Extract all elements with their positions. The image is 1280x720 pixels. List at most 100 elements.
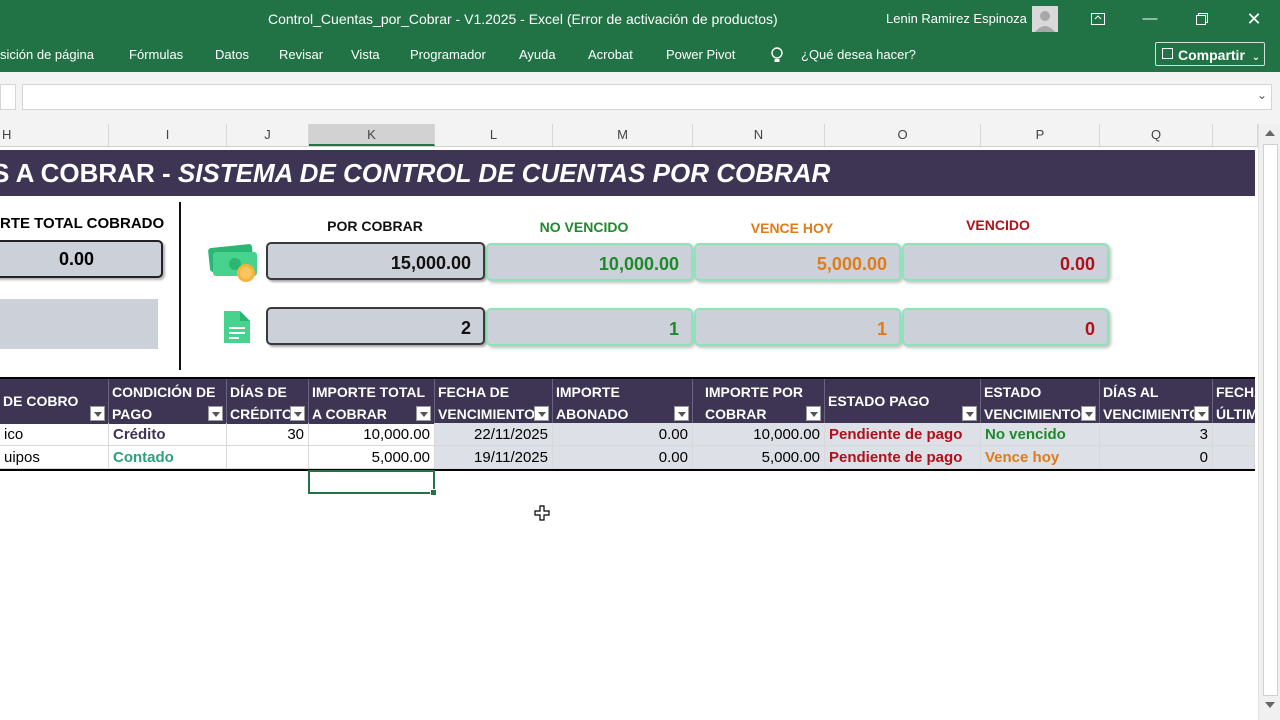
scroll-up-icon[interactable]	[1265, 130, 1275, 136]
tab-power-pivot[interactable]: Power Pivot	[666, 47, 735, 62]
expand-formula-icon[interactable]: ⌄	[1257, 88, 1267, 102]
banner-prefix: S A COBRAR -	[0, 158, 178, 188]
column-header-m[interactable]: M	[553, 124, 693, 146]
filter-dropdown-icon[interactable]	[290, 406, 305, 421]
cell-importe-por-cobrar[interactable]: 5,000.00	[693, 446, 825, 469]
por-cobrar-count-card[interactable]: 2	[266, 307, 485, 345]
column-header-r[interactable]	[1213, 124, 1258, 146]
avatar[interactable]	[1032, 6, 1058, 32]
filter-dropdown-icon[interactable]	[1081, 406, 1096, 421]
selected-cell[interactable]	[308, 470, 437, 496]
vencido-amount: 0.00	[1059, 254, 1095, 274]
scroll-thumb[interactable]	[1263, 144, 1278, 696]
table-row: ico Crédito 30 10,000.00 22/11/2025 0.00…	[0, 423, 1255, 446]
filter-dropdown-icon[interactable]	[962, 406, 977, 421]
total-cobrado-label: RTE TOTAL COBRADO	[0, 215, 165, 232]
user-name[interactable]: Lenin Ramirez Espinoza	[886, 11, 1027, 26]
ribbon-tabs: sición de página Fórmulas Datos Revisar …	[0, 38, 1280, 72]
cell-tipo-cobro[interactable]: ico	[0, 423, 109, 446]
por-cobrar-amount-card[interactable]: 15,000.00	[266, 242, 485, 280]
header-dias-vencimiento: DÍAS AL VENCIMIENTO	[1100, 379, 1213, 424]
column-header-j[interactable]: J	[227, 124, 309, 146]
vence-hoy-count: 1	[876, 319, 887, 339]
cell-dias-credito[interactable]: 30	[227, 423, 309, 446]
por-cobrar-count: 2	[460, 318, 471, 338]
cell-estado-vencimiento[interactable]: No vencido	[981, 423, 1100, 446]
cell-fecha-vencimiento[interactable]: 22/11/2025	[435, 423, 553, 446]
total-cobrado-box[interactable]: 0.00	[0, 240, 163, 278]
vence-hoy-count-card[interactable]: 1	[694, 308, 901, 346]
tab-data[interactable]: Datos	[215, 47, 249, 62]
cell-dias-credito[interactable]	[227, 446, 309, 469]
tab-page-layout[interactable]: sición de página	[0, 47, 94, 62]
column-header-k[interactable]: K	[309, 124, 435, 146]
vencido-count: 0	[1084, 319, 1095, 339]
filter-dropdown-icon[interactable]	[90, 406, 105, 421]
no-vencido-label: NO VENCIDO	[539, 219, 629, 235]
column-header-h[interactable]: H	[0, 124, 109, 146]
column-header-i[interactable]: I	[109, 124, 227, 146]
por-cobrar-label: POR COBRAR	[327, 218, 423, 234]
tab-view[interactable]: Vista	[351, 47, 380, 62]
vencido-count-card[interactable]: 0	[902, 308, 1109, 346]
vertical-scrollbar[interactable]	[1258, 124, 1280, 720]
cell-dias-vencimiento[interactable]: 3	[1100, 423, 1213, 446]
banner-title: SISTEMA DE CONTROL DE CUENTAS POR COBRAR	[177, 158, 831, 188]
no-vencido-amount-card[interactable]: 10,000.00	[486, 243, 693, 281]
formula-input[interactable]: ⌄	[22, 84, 1272, 110]
tell-me-search[interactable]: ¿Qué desea hacer?	[801, 47, 916, 62]
column-header-p[interactable]: P	[981, 124, 1100, 146]
share-icon	[1162, 48, 1173, 59]
cell-importe-abonado[interactable]: 0.00	[553, 446, 693, 469]
ribbon-display-icon[interactable]	[1084, 6, 1112, 32]
cell-importe-por-cobrar[interactable]: 10,000.00	[693, 423, 825, 446]
header-fecha-ultimo: FECHA ÚLTIM	[1216, 384, 1255, 422]
cell-importe-abonado[interactable]: 0.00	[553, 423, 693, 446]
tab-developer[interactable]: Programador	[410, 47, 486, 62]
cell-estado-vencimiento[interactable]: Vence hoy	[981, 446, 1100, 469]
vence-hoy-label: VENCE HOY	[750, 220, 834, 236]
close-icon[interactable]: ✕	[1240, 6, 1268, 32]
no-vencido-amount: 10,000.00	[598, 254, 679, 274]
filter-dropdown-icon[interactable]	[1194, 406, 1209, 421]
scroll-down-icon[interactable]	[1265, 702, 1275, 708]
minimize-icon[interactable]: —	[1136, 6, 1164, 32]
filter-dropdown-icon[interactable]	[534, 406, 549, 421]
vence-hoy-amount: 5,000.00	[816, 254, 887, 274]
column-header-n[interactable]: N	[693, 124, 825, 146]
cell-tipo-cobro[interactable]: uipos	[0, 446, 109, 469]
column-header-l[interactable]: L	[435, 124, 553, 146]
cell-condicion-pago[interactable]: Crédito	[109, 423, 227, 446]
share-button[interactable]: Compartir ⌄	[1155, 42, 1265, 66]
filter-dropdown-icon[interactable]	[806, 406, 821, 421]
cell-fecha-ultimo[interactable]	[1213, 446, 1255, 469]
tab-review[interactable]: Revisar	[279, 47, 323, 62]
tab-help[interactable]: Ayuda	[519, 47, 556, 62]
vertical-divider	[179, 202, 181, 370]
cell-fecha-vencimiento[interactable]: 19/11/2025	[435, 446, 553, 469]
vencido-amount-card[interactable]: 0.00	[902, 243, 1109, 281]
restore-icon[interactable]	[1188, 6, 1216, 32]
tab-formulas[interactable]: Fórmulas	[129, 47, 183, 62]
cell-estado-pago[interactable]: Pendiente de pago	[825, 446, 981, 469]
tab-acrobat[interactable]: Acrobat	[588, 47, 633, 62]
filter-dropdown-icon[interactable]	[208, 406, 223, 421]
chevron-down-icon: ⌄	[1251, 52, 1261, 63]
vence-hoy-amount-card[interactable]: 5,000.00	[694, 243, 901, 281]
header-dias-credito: DÍAS DE CRÉDITO	[227, 379, 309, 424]
header-estado-pago: ESTADO PAGO	[825, 379, 981, 424]
cell-dias-vencimiento[interactable]: 0	[1100, 446, 1213, 469]
filter-dropdown-icon[interactable]	[674, 406, 689, 421]
column-header-o[interactable]: O	[825, 124, 981, 146]
cell-importe-total[interactable]: 5,000.00	[309, 446, 435, 469]
cell-condicion-pago[interactable]: Contado	[109, 446, 227, 469]
no-vencido-count-card[interactable]: 1	[486, 308, 693, 346]
cell-estado-pago[interactable]: Pendiente de pago	[825, 423, 981, 446]
name-box[interactable]	[0, 84, 16, 110]
fill-handle[interactable]	[430, 489, 437, 496]
cell-importe-total[interactable]: 10,000.00	[309, 423, 435, 446]
header-importe-total: IMPORTE TOTAL A COBRAR	[309, 379, 435, 424]
cell-fecha-ultimo[interactable]	[1213, 423, 1255, 446]
filter-dropdown-icon[interactable]	[416, 406, 431, 421]
column-header-q[interactable]: Q	[1100, 124, 1213, 146]
